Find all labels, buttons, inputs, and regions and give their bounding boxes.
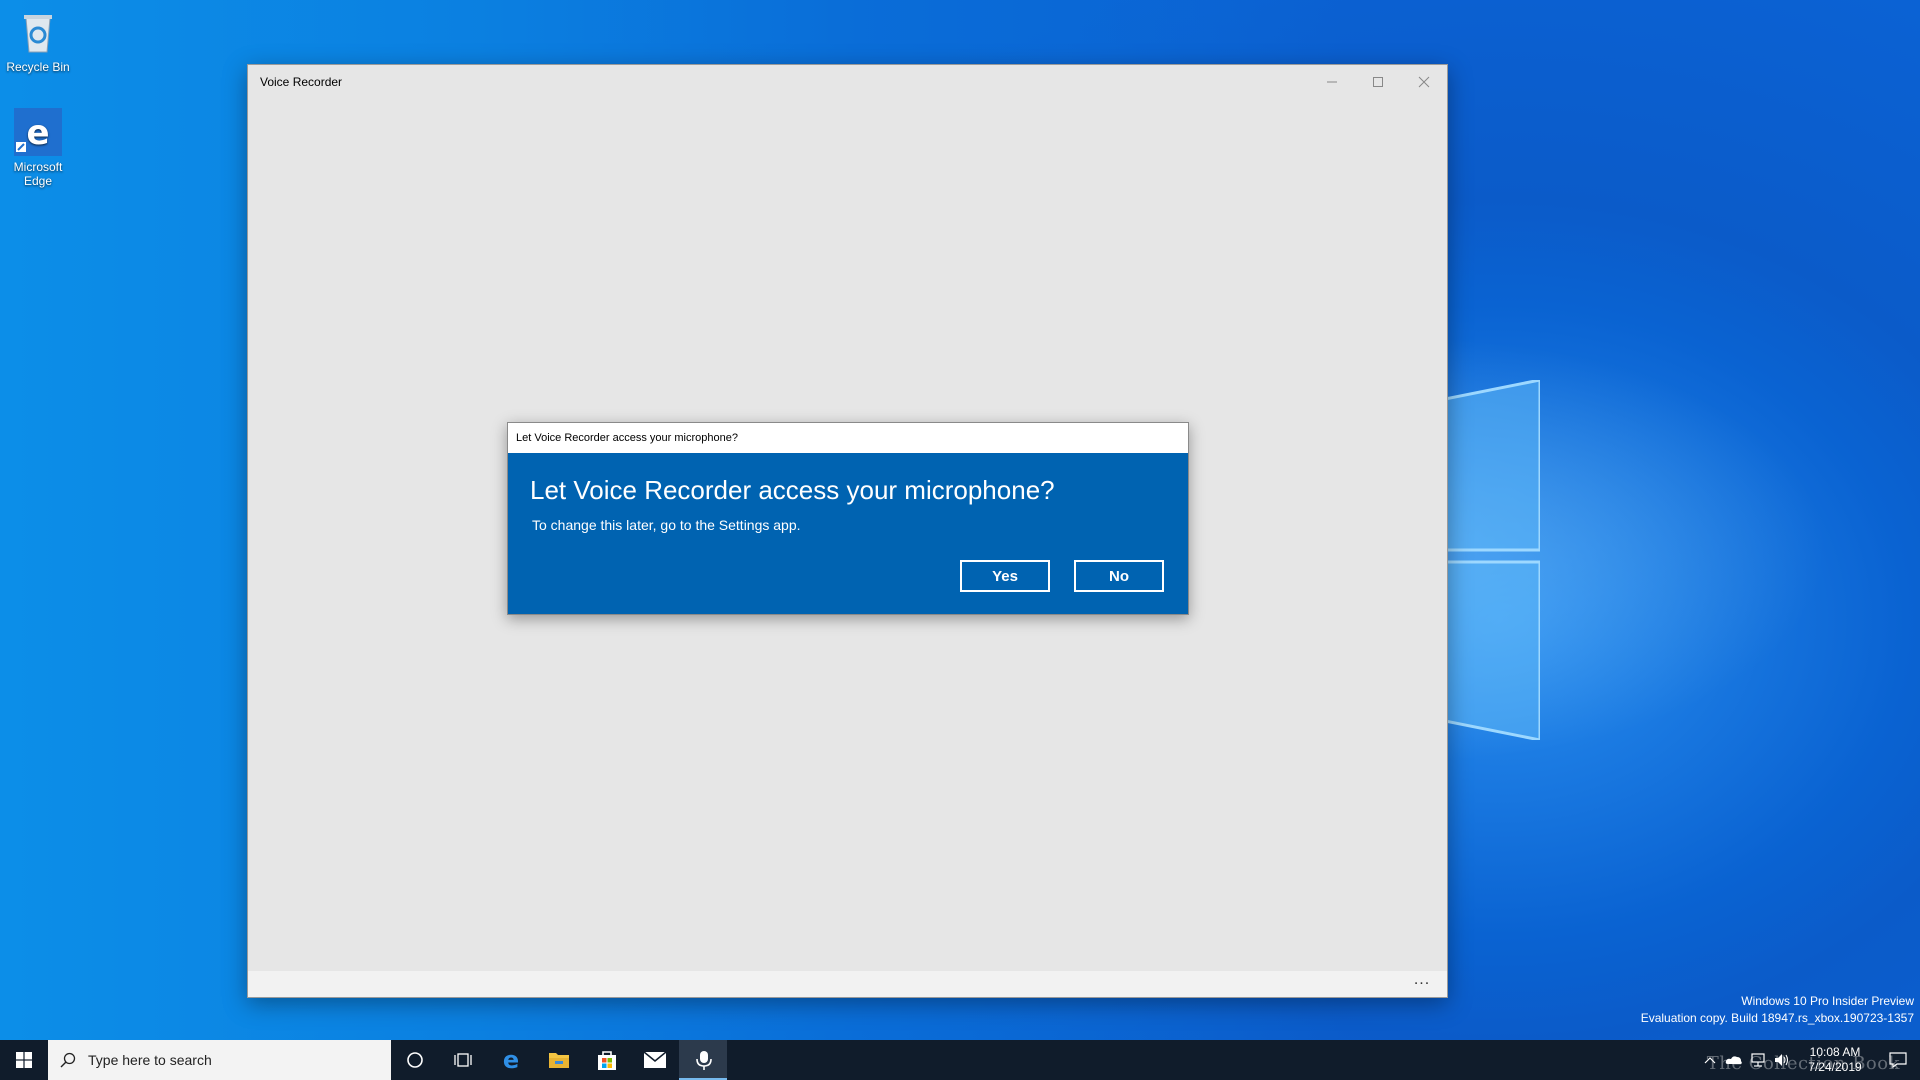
clock-time: 10:08 AM — [1809, 1045, 1861, 1059]
taskbar: Type here to search e The Collection Boo… — [0, 1040, 1920, 1080]
task-view-button[interactable] — [439, 1040, 487, 1080]
desktop-icon-recycle-bin[interactable]: Recycle Bin — [0, 8, 76, 74]
network-button[interactable] — [1746, 1040, 1770, 1080]
onedrive-button[interactable] — [1722, 1040, 1746, 1080]
volume-button[interactable] — [1770, 1040, 1794, 1080]
start-button[interactable] — [0, 1040, 48, 1080]
edge-icon: e — [14, 108, 62, 156]
volume-icon — [1775, 1054, 1789, 1066]
windows-watermark-line1: Windows 10 Pro Insider Preview — [1741, 994, 1914, 1008]
recycle-bin-icon — [14, 8, 62, 56]
action-center-button[interactable] — [1876, 1040, 1920, 1080]
clock-date: 7/24/2019 — [1808, 1060, 1862, 1074]
cortana-button[interactable] — [391, 1040, 439, 1080]
svg-text:e: e — [503, 1048, 519, 1072]
search-icon — [60, 1052, 76, 1068]
microphone-permission-dialog: Let Voice Recorder access your microphon… — [507, 422, 1189, 615]
close-icon — [1418, 76, 1430, 88]
taskbar-store-button[interactable] — [583, 1040, 631, 1080]
maximize-button[interactable] — [1355, 65, 1401, 99]
window-titlebar[interactable]: Voice Recorder — [248, 65, 1447, 99]
voice-recorder-icon — [696, 1051, 712, 1070]
taskbar-file-explorer-button[interactable] — [535, 1040, 583, 1080]
yes-button[interactable]: Yes — [960, 560, 1050, 592]
windows-start-icon — [16, 1052, 32, 1068]
notification-icon — [1889, 1052, 1907, 1068]
search-placeholder: Type here to search — [88, 1052, 212, 1068]
minimize-icon — [1327, 81, 1337, 83]
network-icon — [1751, 1053, 1765, 1067]
minimize-button[interactable] — [1309, 65, 1355, 99]
dialog-subtext: To change this later, go to the Settings… — [532, 517, 801, 533]
file-explorer-icon — [549, 1053, 569, 1068]
taskbar-search-box[interactable]: Type here to search — [48, 1040, 391, 1080]
svg-text:e: e — [26, 113, 49, 153]
taskbar-edge-button[interactable]: e — [487, 1040, 535, 1080]
close-button[interactable] — [1401, 65, 1447, 99]
onedrive-icon — [1725, 1056, 1742, 1064]
taskbar-voice-recorder-button[interactable] — [679, 1040, 727, 1080]
no-button[interactable]: No — [1074, 560, 1164, 592]
cortana-icon — [407, 1052, 423, 1068]
taskbar-mail-button[interactable] — [631, 1040, 679, 1080]
store-icon — [598, 1051, 616, 1070]
windows-logo-wallpaper — [1440, 380, 1540, 740]
taskbar-clock[interactable]: 10:08 AM 7/24/2019 — [1794, 1045, 1876, 1075]
dialog-heading: Let Voice Recorder access your microphon… — [530, 475, 1055, 505]
mail-icon — [643, 1051, 667, 1068]
window-title: Voice Recorder — [260, 75, 343, 89]
more-options-button[interactable]: ... — [1407, 972, 1437, 995]
task-view-icon — [454, 1053, 472, 1067]
windows-watermark-line2: Evaluation copy. Build 18947.rs_xbox.190… — [1640, 1011, 1914, 1025]
app-command-bar: ... — [248, 971, 1447, 997]
edge-icon: e — [503, 1048, 519, 1072]
system-tray: 10:08 AM 7/24/2019 — [1698, 1040, 1920, 1080]
maximize-icon — [1373, 77, 1383, 87]
dialog-titlebar: Let Voice Recorder access your microphon… — [508, 423, 1188, 453]
desktop-icon-label: Recycle Bin — [6, 60, 70, 74]
desktop-icon-microsoft-edge[interactable]: e Microsoft Edge — [0, 108, 76, 188]
desktop-icon-label: Microsoft Edge — [13, 160, 63, 188]
chevron-up-icon — [1704, 1057, 1716, 1064]
show-hidden-icons-button[interactable] — [1698, 1040, 1722, 1080]
